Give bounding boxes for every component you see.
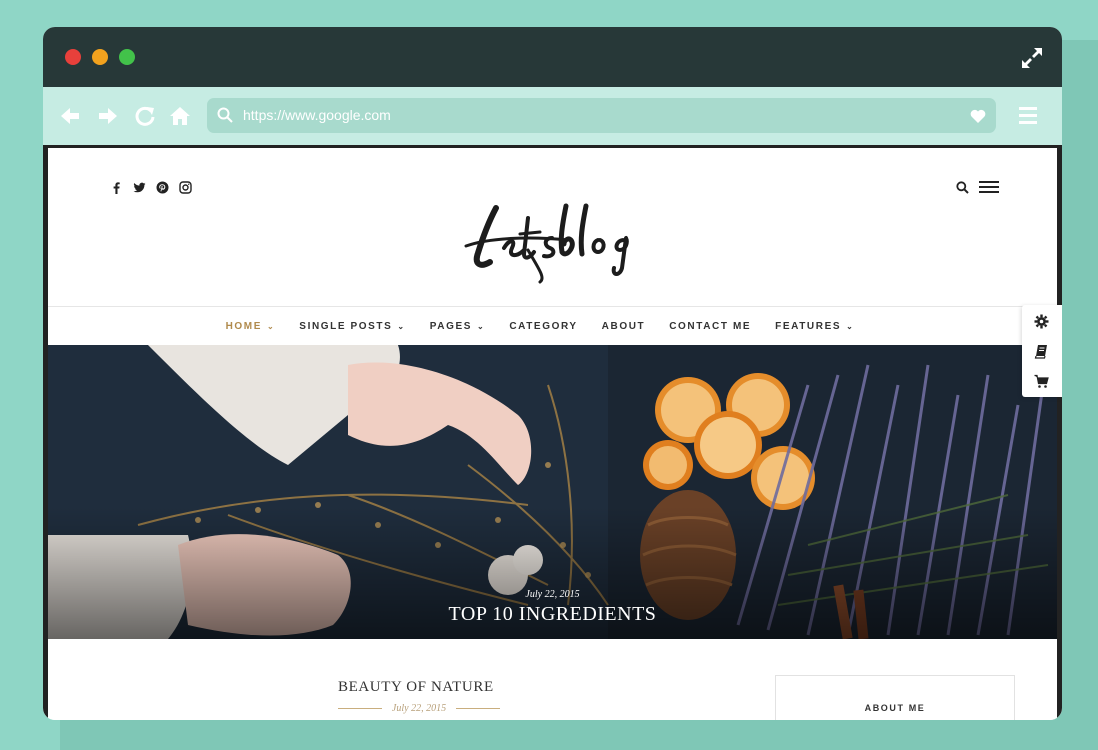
minimize-window-button[interactable] [92,49,108,65]
title-bar [43,27,1062,87]
nav-item-category[interactable]: CATEGORY [509,321,577,332]
chevron-down-icon: ⌄ [397,321,406,331]
browser-window: https://www.google.com HOME ⌄ SINGLE POS… [43,27,1062,720]
home-icon[interactable] [169,105,191,127]
browser-toolbar: https://www.google.com [43,87,1062,145]
nav-item-label: CATEGORY [509,320,578,332]
divider [338,708,382,709]
nav-item-home[interactable]: HOME ⌄ [226,321,276,332]
nav-item-label: CONTACT ME [669,320,752,332]
url-text: https://www.google.com [243,107,391,123]
nav-item-single-posts[interactable]: SINGLE POSTS ⌄ [299,321,405,332]
pinterest-icon[interactable] [156,181,169,194]
close-window-button[interactable] [65,49,81,65]
chevron-down-icon: ⌄ [266,321,276,331]
reload-icon[interactable] [134,105,156,127]
post-title[interactable]: BEAUTY OF NATURE [338,679,494,696]
nav-item-label: HOME [225,320,262,332]
nav-item-pages[interactable]: PAGES ⌄ [430,321,486,332]
main-navigation: HOME ⌄ SINGLE POSTS ⌄ PAGES ⌄ CATEGORY A… [48,306,1057,346]
back-arrow-icon[interactable] [59,105,81,127]
instagram-icon[interactable] [179,181,192,194]
twitter-icon[interactable] [133,181,146,194]
post-meta: July 22, 2015 [338,703,500,714]
gear-icon[interactable] [1034,314,1049,329]
fullscreen-icon[interactable] [1020,46,1044,70]
book-icon[interactable] [1034,344,1049,359]
nav-item-label: SINGLE POSTS [299,320,393,332]
widget-heading: ABOUT ME [864,703,926,713]
address-bar[interactable]: https://www.google.com [207,98,996,133]
forward-arrow-icon[interactable] [97,105,119,127]
hero-post-title[interactable]: TOP 10 INGREDIENTS [48,603,1057,626]
hero-slider[interactable]: July 22, 2015 TOP 10 INGREDIENTS [48,345,1057,639]
search-icon[interactable] [956,180,969,194]
post-date: July 22, 2015 [391,703,447,714]
divider [456,708,500,709]
site-logo[interactable] [458,178,658,288]
nav-item-about[interactable]: ABOUT [602,321,646,332]
search-icon [217,107,233,123]
nav-item-label: ABOUT [601,320,646,332]
social-links [110,181,192,194]
nav-item-label: PAGES [429,320,472,332]
web-page: HOME ⌄ SINGLE POSTS ⌄ PAGES ⌄ CATEGORY A… [43,145,1062,720]
heart-icon[interactable] [970,108,986,124]
facebook-icon[interactable] [110,181,123,194]
nav-item-label: FEATURES [775,320,842,332]
nav-item-features[interactable]: FEATURES ⌄ [775,321,854,332]
hamburger-menu-icon[interactable] [1018,105,1038,125]
maximize-window-button[interactable] [119,49,135,65]
chevron-down-icon: ⌄ [846,321,855,331]
chevron-down-icon: ⌄ [477,321,486,331]
header-actions [956,180,999,194]
side-toolbox [1022,305,1062,397]
hero-post-date: July 22, 2015 [525,589,580,600]
nav-item-contact-me[interactable]: CONTACT ME [669,321,751,332]
sidebar-about-widget: ABOUT ME [775,675,1015,720]
menu-icon[interactable] [979,180,999,194]
shopping-cart-icon[interactable] [1034,374,1049,389]
